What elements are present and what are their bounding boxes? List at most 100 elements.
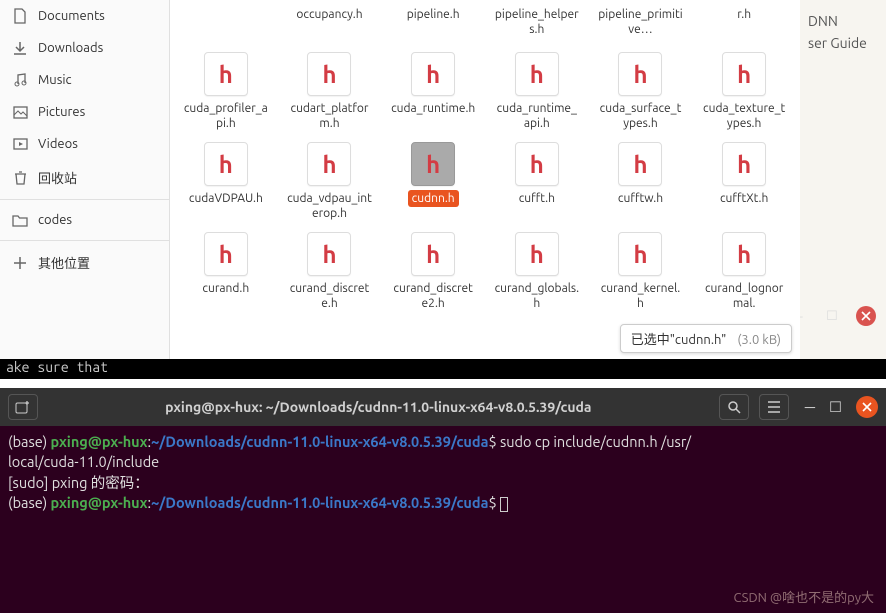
terminal-title: pxing@px-hux: ~/Downloads/cudnn-11.0-lin… (48, 399, 709, 415)
file-name: occupancy.h (292, 6, 366, 23)
header-file-icon: h (307, 232, 351, 276)
file-name: r.h (733, 6, 755, 23)
file-item[interactable]: h cudaVDPAU.h (176, 140, 276, 224)
file-item[interactable]: pipeline.h (383, 4, 483, 40)
divider (0, 199, 169, 200)
bg-window-controls: ─ ☐ (788, 306, 876, 326)
files-pane[interactable]: occupancy.h pipeline.h pipeline_helpers.h p… (170, 0, 800, 359)
sidebar-label: Pictures (38, 105, 85, 119)
file-item[interactable]: h cufftXt.h (694, 140, 794, 224)
sidebar-item-documents[interactable]: Documents (0, 0, 169, 32)
file-name: cudnn.h (408, 190, 459, 207)
file-item[interactable]: h cudnn.h (383, 140, 483, 224)
file-item[interactable]: pipeline_helpers.h (487, 4, 587, 40)
header-file-icon: h (515, 142, 559, 186)
file-item[interactable]: hcuda_surface_types.h (591, 50, 691, 134)
file-name: cudaVDPAU.h (185, 190, 267, 207)
sidebar-label: Music (38, 73, 72, 87)
file-item[interactable]: h cuda_vdpau_interop.h (280, 140, 380, 224)
file-item[interactable]: h cuda_runtime.h (383, 50, 483, 134)
sidebar-label: Documents (38, 9, 105, 23)
downloads-icon (12, 40, 28, 56)
new-tab-button[interactable] (8, 394, 38, 420)
file-name: pipeline_primitive… (593, 6, 687, 38)
header-file-icon: h (307, 52, 351, 96)
sidebar-item-videos[interactable]: Videos (0, 128, 169, 160)
file-item[interactable]: hcurand_discrete2.h (383, 230, 483, 314)
file-item[interactable]: h cufft.h (487, 140, 587, 224)
terminal-window-controls: ─ ☐ (805, 396, 878, 418)
maximize-icon[interactable]: ☐ (829, 398, 842, 416)
file-item[interactable]: h cudart_platform.h (280, 50, 380, 134)
minimize-icon[interactable]: ─ (805, 398, 815, 416)
terminal-body[interactable]: (base) pxing@px-hux:~/Downloads/cudnn-11… (0, 426, 886, 613)
header-file-icon: h (722, 52, 766, 96)
file-name: pipeline_helpers.h (490, 6, 584, 38)
sidebar-item-codes[interactable]: codes (0, 204, 169, 236)
file-name: cuda_profiler_api.h (179, 100, 273, 132)
file-item[interactable]: hcurand_lognormal. (694, 230, 794, 314)
file-name: cuda_runtime.h (387, 100, 479, 117)
status-bar: 已选中"cudnn.h" (3.0 kB) (620, 324, 792, 353)
header-file-icon: h (722, 142, 766, 186)
file-name: cuda_texture_types.h (697, 100, 791, 132)
file-item[interactable]: hcurand_discrete.h (280, 230, 380, 314)
sidebar-item-music[interactable]: Music (0, 64, 169, 96)
sidebar-label: Videos (38, 137, 78, 151)
file-item[interactable]: h curand_kernel.h (591, 230, 691, 314)
cursor (500, 497, 508, 512)
background-terminal-line: ake sure that (0, 359, 886, 379)
file-item[interactable]: occupancy.h (280, 4, 380, 40)
divider (0, 240, 169, 241)
sidebar-item-回收站[interactable]: 回收站 (0, 160, 169, 195)
hamburger-menu-button[interactable] (759, 394, 789, 420)
file-name: cuda_vdpau_interop.h (282, 190, 376, 222)
file-item[interactable]: h cuda_profiler_api.h (176, 50, 276, 134)
header-file-icon: h (411, 142, 455, 186)
file-name: curand_globals.h (490, 280, 584, 312)
status-text: 已选中"cudnn.h" (631, 333, 727, 347)
watermark: CSDN @啥也不是的py大 (734, 589, 874, 607)
sidebar-label: 其他位置 (38, 253, 90, 272)
file-name: curand_kernel.h (593, 280, 687, 312)
header-file-icon: h (204, 142, 248, 186)
file-item[interactable]: hcurand_globals.h (487, 230, 587, 314)
sidebar-item-pictures[interactable]: Pictures (0, 96, 169, 128)
file-name: cudart_platform.h (282, 100, 376, 132)
maximize-icon[interactable]: ☐ (822, 306, 842, 326)
file-name: cufft.h (515, 190, 559, 207)
sidebar-item-other-locations[interactable]: 其他位置 (0, 245, 169, 280)
file-name: cuda_surface_types.h (593, 100, 687, 132)
file-name: pipeline.h (403, 6, 464, 23)
file-item[interactable]: hcufftw.h (591, 140, 691, 224)
sidebar-item-downloads[interactable]: Downloads (0, 32, 169, 64)
header-file-icon: h (204, 52, 248, 96)
close-icon[interactable] (856, 306, 876, 326)
terminal-window: pxing@px-hux: ~/Downloads/cudnn-11.0-lin… (0, 388, 886, 613)
pictures-icon (12, 104, 28, 120)
file-name: cufftw.h (614, 190, 667, 207)
file-item[interactable]: hcurand.h (176, 230, 276, 314)
header-file-icon: h (722, 232, 766, 276)
terminal-header: pxing@px-hux: ~/Downloads/cudnn-11.0-lin… (0, 388, 886, 426)
file-item[interactable]: pipeline_primitive… (591, 4, 691, 40)
header-file-icon: h (411, 52, 455, 96)
file-item[interactable]: h cuda_texture_types.h (694, 50, 794, 134)
bg-line: ser Guide (808, 32, 878, 54)
folder-icon (12, 212, 28, 228)
sidebar-label: 回收站 (38, 168, 77, 187)
search-button[interactable] (719, 394, 749, 420)
header-file-icon: h (411, 232, 455, 276)
file-name: cuda_runtime_api.h (490, 100, 584, 132)
header-file-icon: h (618, 232, 662, 276)
videos-icon (12, 136, 28, 152)
bg-line: DNN (808, 10, 878, 32)
file-name: cufftXt.h (716, 190, 772, 207)
status-size: (3.0 kB) (737, 333, 781, 347)
file-item[interactable]: r.h (694, 4, 794, 40)
file-item[interactable]: h cuda_runtime_api.h (487, 50, 587, 134)
close-icon[interactable] (856, 396, 878, 418)
music-icon (12, 72, 28, 88)
header-file-icon: h (307, 142, 351, 186)
header-file-icon: h (515, 52, 559, 96)
